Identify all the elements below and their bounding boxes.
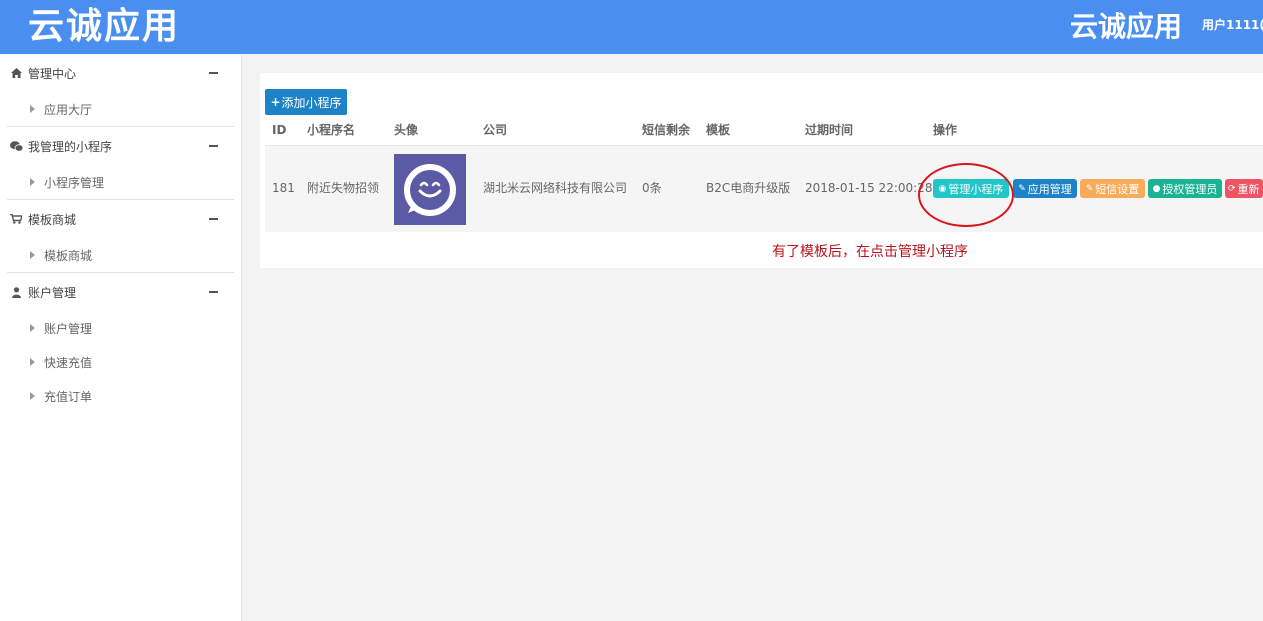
top-header: 云诚应用 云诚应用 用户1111(管 [0, 0, 1263, 54]
caret-right-icon [30, 251, 35, 259]
menu-head-template-store[interactable]: 模板商城 [0, 200, 241, 238]
sidebar-item-label: 账户管理 [44, 321, 93, 336]
menu-group-admin-center: 管理中心 应用大厅 [0, 54, 241, 126]
user-icon [9, 286, 23, 298]
menu-head-label: 管理中心 [28, 66, 77, 81]
cell-id: 181 [272, 181, 295, 195]
caret-right-icon [30, 392, 35, 400]
miniprogram-avatar [394, 154, 466, 225]
app-logo-secondary: 云诚应用 [1070, 10, 1183, 43]
menu-group-account: 账户管理 账户管理 快速充值 充值订单 [0, 273, 241, 413]
sidebar-item-recharge-orders[interactable]: 充值订单 [0, 379, 241, 413]
home-icon [9, 68, 23, 78]
column-header-sms: 短信剩余 [642, 123, 691, 137]
eye-icon: ◉ [938, 183, 947, 194]
sidebar-item-label: 模板商城 [44, 248, 93, 263]
refresh-icon: ⟳ [1228, 183, 1236, 194]
user-icon: ● [1152, 183, 1161, 194]
button-label: 短信设置 [1095, 182, 1140, 196]
sidebar-item-label: 快速充值 [44, 355, 93, 370]
sidebar-item-label: 小程序管理 [44, 175, 105, 190]
app-logo[interactable]: 云诚应用 [28, 4, 180, 50]
sidebar-item-app-hall[interactable]: 应用大厅 [0, 92, 241, 126]
annotation-text: 有了模板后，在点击管理小程序 [772, 244, 968, 260]
menu-head-label: 我管理的小程序 [28, 139, 113, 154]
menu-head-my-miniprograms[interactable]: 我管理的小程序 [0, 127, 241, 165]
menu-group-template-store: 模板商城 模板商城 [0, 200, 241, 272]
cell-expire: 2018-01-15 22:00:28 [805, 181, 933, 195]
smile-chat-icon [404, 163, 456, 216]
menu-head-label: 账户管理 [28, 285, 77, 300]
cell-template: B2C电商升级版 [706, 181, 791, 195]
menu-head-admin-center[interactable]: 管理中心 [0, 54, 241, 92]
sidebar-item-quick-recharge[interactable]: 快速充值 [0, 345, 241, 379]
button-label: 重新 [1237, 182, 1260, 196]
column-header-template: 模板 [706, 123, 731, 137]
cell-name: 附近失物招领 [307, 181, 380, 195]
collapse-icon[interactable] [208, 139, 218, 153]
caret-right-icon [30, 358, 35, 366]
collapse-icon[interactable] [208, 212, 218, 226]
authorize-admin-button[interactable]: ● 授权管理员 [1148, 179, 1222, 198]
sidebar-item-label: 应用大厅 [44, 102, 93, 117]
menu-head-account[interactable]: 账户管理 [0, 273, 241, 311]
user-menu[interactable]: 用户1111(管 [1202, 17, 1263, 33]
column-header-expire: 过期时间 [805, 123, 854, 137]
add-miniprogram-label: 添加小程序 [281, 95, 342, 110]
manage-miniprogram-button[interactable]: ◉ 管理小程序 [933, 179, 1009, 198]
caret-right-icon [30, 178, 35, 186]
plus-icon: + [270, 95, 281, 109]
caret-right-icon [30, 105, 35, 113]
column-header-id: ID [272, 123, 287, 137]
wechat-icon [9, 140, 23, 152]
cart-icon [9, 214, 23, 224]
reset-button[interactable]: ⟳ 重新 [1225, 179, 1263, 198]
sidebar: 管理中心 应用大厅 我管理的小程序 小程序管理 模板商城 模板商城 账户管理 账… [0, 54, 242, 621]
button-label: 应用管理 [1027, 182, 1072, 196]
app-manage-button[interactable]: ✎ 应用管理 [1013, 179, 1077, 198]
add-miniprogram-button[interactable]: + 添加小程序 [265, 89, 347, 115]
menu-head-label: 模板商城 [28, 212, 77, 227]
collapse-icon[interactable] [208, 66, 218, 80]
cell-sms: 0条 [642, 181, 662, 195]
sidebar-item-template-store[interactable]: 模板商城 [0, 238, 241, 272]
table-row: 181 附近失物招领 湖北米云网络科技有限公司 0条 B2C电商升级版 2018… [265, 145, 1263, 232]
column-header-company: 公司 [483, 123, 508, 137]
column-header-actions: 操作 [933, 123, 958, 137]
button-label: 管理小程序 [948, 182, 1004, 196]
collapse-icon[interactable] [208, 285, 218, 299]
column-header-name: 小程序名 [307, 123, 356, 137]
caret-right-icon [30, 324, 35, 332]
sms-settings-button[interactable]: ✎ 短信设置 [1080, 179, 1145, 198]
cell-company: 湖北米云网络科技有限公司 [483, 181, 628, 195]
sidebar-item-label: 充值订单 [44, 389, 93, 404]
column-header-avatar: 头像 [394, 123, 419, 137]
edit-icon: ✎ [1085, 183, 1094, 194]
edit-icon: ✎ [1018, 183, 1026, 194]
menu-group-my-miniprograms: 我管理的小程序 小程序管理 [0, 127, 241, 199]
sidebar-item-miniprogram-manage[interactable]: 小程序管理 [0, 165, 241, 199]
miniprogram-list-panel: + 添加小程序 ID 小程序名 头像 公司 短信剩余 模板 过期时间 操作 18… [260, 73, 1263, 268]
button-label: 授权管理员 [1162, 182, 1218, 196]
sidebar-item-account-manage[interactable]: 账户管理 [0, 311, 241, 345]
